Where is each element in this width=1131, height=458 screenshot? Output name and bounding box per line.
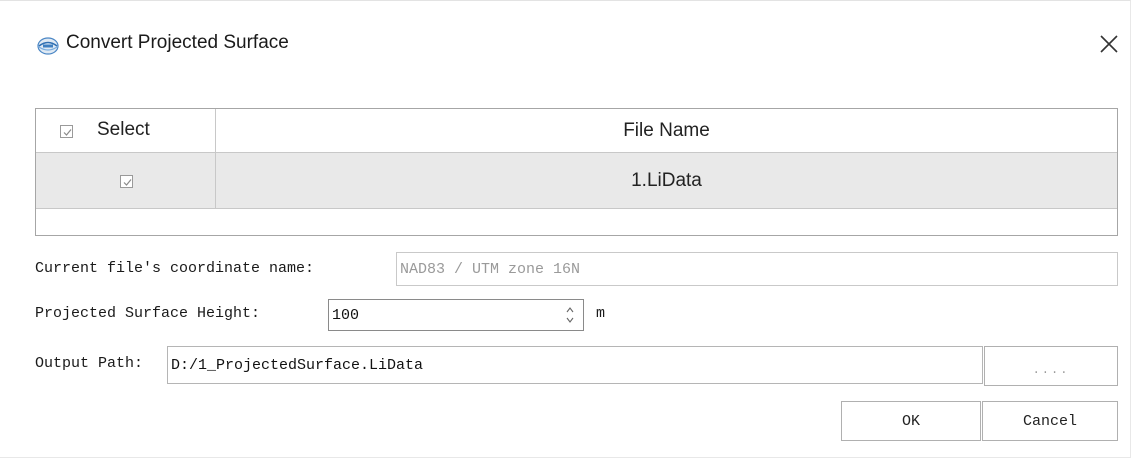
surface-height-input[interactable]: 100 <box>328 299 584 331</box>
surface-height-label: Projected Surface Height: <box>35 305 261 322</box>
table-header: Select File Name <box>36 109 1117 153</box>
title-bar: Convert Projected Surface <box>0 1 1131 91</box>
height-unit-label: m <box>596 305 606 322</box>
row-select-cell <box>36 153 216 208</box>
select-column-label: Select <box>97 119 150 140</box>
file-name-column-header[interactable]: File Name <box>216 109 1117 152</box>
select-all-checkbox[interactable] <box>60 125 73 138</box>
row-file-name: 1.LiData <box>631 169 702 191</box>
app-logo-icon <box>37 37 59 55</box>
row-checkbox[interactable] <box>120 175 133 188</box>
cancel-button[interactable]: Cancel <box>982 401 1118 441</box>
browse-button[interactable]: .... <box>984 346 1118 386</box>
output-path-label: Output Path: <box>35 355 144 372</box>
file-table: Select File Name 1.LiData <box>35 108 1118 236</box>
ok-button[interactable]: OK <box>841 401 981 441</box>
coordinate-name-field[interactable]: NAD83 / UTM zone 16N <box>396 252 1118 286</box>
close-icon[interactable] <box>1096 31 1122 57</box>
select-column-header[interactable]: Select <box>36 109 216 152</box>
surface-height-value: 100 <box>332 306 360 324</box>
coordinate-name-label: Current file's coordinate name: <box>35 260 315 277</box>
output-path-field[interactable]: D:/1_ProjectedSurface.LiData <box>167 346 983 384</box>
table-row[interactable]: 1.LiData <box>36 153 1117 209</box>
height-spinner-icon[interactable] <box>565 303 575 327</box>
convert-projected-surface-dialog: Convert Projected Surface Select File Na… <box>0 0 1131 458</box>
window-title: Convert Projected Surface <box>66 32 289 53</box>
